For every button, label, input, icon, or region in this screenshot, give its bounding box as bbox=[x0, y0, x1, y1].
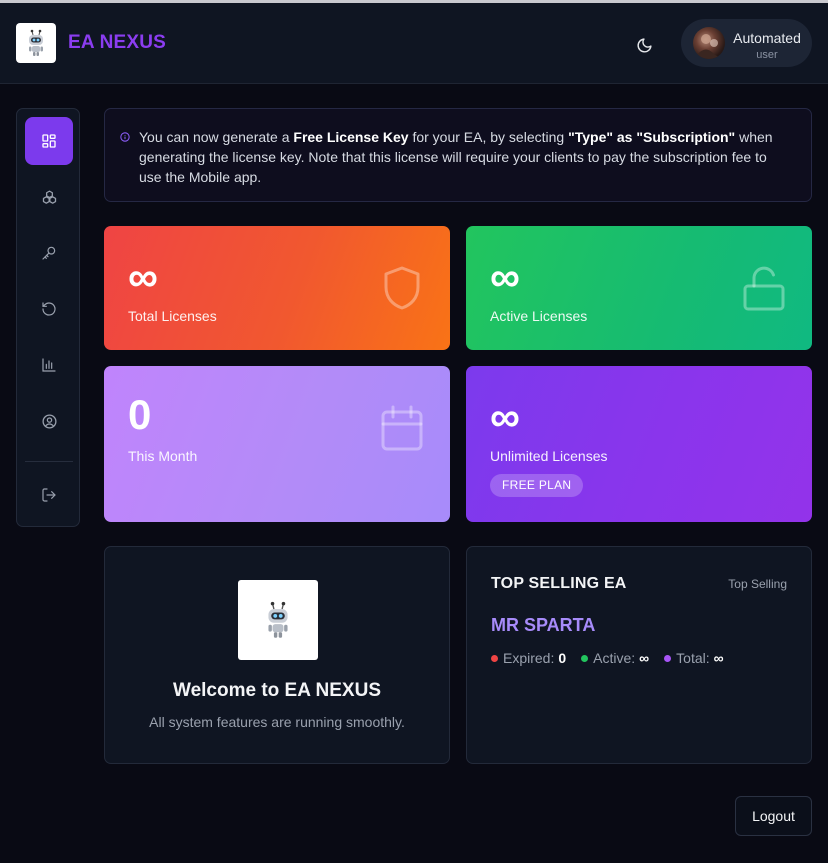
theme-toggle-button[interactable] bbox=[630, 31, 658, 59]
brand-logo[interactable] bbox=[16, 23, 56, 63]
notice-bold-2: "Type" as "Subscription" bbox=[568, 129, 736, 145]
moon-icon bbox=[637, 37, 652, 52]
welcome-logo bbox=[238, 580, 318, 660]
user-menu[interactable]: Automated user bbox=[681, 19, 812, 67]
active-label: Active: bbox=[593, 650, 636, 666]
sidebar-item-history[interactable] bbox=[25, 285, 73, 333]
top-selling-tag: Top Selling bbox=[728, 577, 787, 591]
user-name: Automated bbox=[733, 30, 801, 46]
unlock-icon bbox=[742, 264, 786, 312]
active-stat: Active: ∞ bbox=[581, 650, 649, 666]
this-month-card: 0 This Month bbox=[104, 366, 450, 522]
expired-value: 0 bbox=[558, 650, 567, 666]
sidebar-item-products[interactable] bbox=[25, 173, 73, 221]
total-dot bbox=[664, 654, 672, 662]
robot-logo-icon bbox=[29, 29, 43, 56]
dashboard-icon bbox=[42, 134, 56, 148]
total-licenses-label: Total Licenses bbox=[128, 308, 217, 324]
expired-stat: Expired: 0 bbox=[491, 650, 566, 666]
logout-button[interactable]: Logout bbox=[735, 796, 812, 836]
total-licenses-card: ∞ Total Licenses bbox=[104, 226, 450, 350]
bar-chart-icon bbox=[42, 358, 56, 372]
this-month-label: This Month bbox=[128, 448, 198, 464]
active-licenses-card: ∞ Active Licenses bbox=[466, 226, 812, 350]
active-licenses-value: ∞ bbox=[490, 253, 520, 300]
top-ea-name[interactable]: MR SPARTA bbox=[491, 615, 595, 636]
info-notice: You can now generate a Free License Key … bbox=[104, 108, 812, 202]
top-selling-panel: TOP SELLING EA Top Selling MR SPARTA Exp… bbox=[466, 546, 812, 764]
robot-logo-icon bbox=[268, 601, 288, 638]
top-header: EA NEXUS Automated user bbox=[0, 3, 828, 84]
active-dot bbox=[581, 654, 589, 662]
this-month-value: 0 bbox=[128, 391, 152, 438]
active-licenses-label: Active Licenses bbox=[490, 308, 588, 324]
notice-text-2: for your EA, by selecting bbox=[408, 129, 569, 145]
info-icon bbox=[120, 132, 130, 142]
avatar bbox=[693, 27, 725, 59]
sidebar-item-analytics[interactable] bbox=[25, 341, 73, 389]
welcome-subtitle: All system features are running smoothly… bbox=[149, 714, 405, 730]
total-label: Total: bbox=[676, 650, 710, 666]
unlimited-licenses-label: Unlimited Licenses bbox=[490, 448, 608, 464]
shield-icon bbox=[382, 264, 422, 312]
logout-icon bbox=[42, 488, 56, 502]
total-value: ∞ bbox=[713, 650, 724, 666]
sidebar-item-dashboard[interactable] bbox=[25, 117, 73, 165]
expired-label: Expired: bbox=[503, 650, 555, 666]
top-selling-title: TOP SELLING EA bbox=[491, 575, 627, 592]
sidebar-item-profile[interactable] bbox=[25, 397, 73, 445]
notice-text-1: You can now generate a bbox=[139, 129, 294, 145]
expired-dot bbox=[491, 654, 498, 662]
key-icon bbox=[42, 246, 56, 260]
unlimited-licenses-card: ∞ Unlimited Licenses FREE PLAN bbox=[466, 366, 812, 522]
total-stat: Total: ∞ bbox=[664, 650, 724, 666]
notice-bold-1: Free License Key bbox=[293, 129, 409, 145]
ea-stats: Expired: 0 Active: ∞ Total: ∞ bbox=[491, 650, 739, 666]
active-value: ∞ bbox=[639, 650, 650, 666]
total-licenses-value: ∞ bbox=[128, 253, 158, 300]
plan-badge: FREE PLAN bbox=[490, 474, 584, 497]
sidebar-item-licenses[interactable] bbox=[25, 229, 73, 277]
welcome-title: Welcome to EA NEXUS bbox=[173, 680, 381, 701]
welcome-panel: Welcome to EA NEXUS All system features … bbox=[104, 546, 450, 764]
user-circle-icon bbox=[41, 413, 57, 429]
refresh-icon bbox=[42, 302, 56, 316]
sidebar-divider bbox=[25, 461, 73, 462]
sidebar-item-logout[interactable] bbox=[25, 471, 73, 519]
sidebar bbox=[16, 108, 80, 527]
brand-name: EA NEXUS bbox=[68, 32, 167, 53]
user-role: user bbox=[756, 49, 778, 61]
calendar-icon bbox=[380, 404, 424, 452]
unlimited-licenses-value: ∞ bbox=[490, 393, 520, 440]
cubes-icon bbox=[42, 189, 56, 204]
